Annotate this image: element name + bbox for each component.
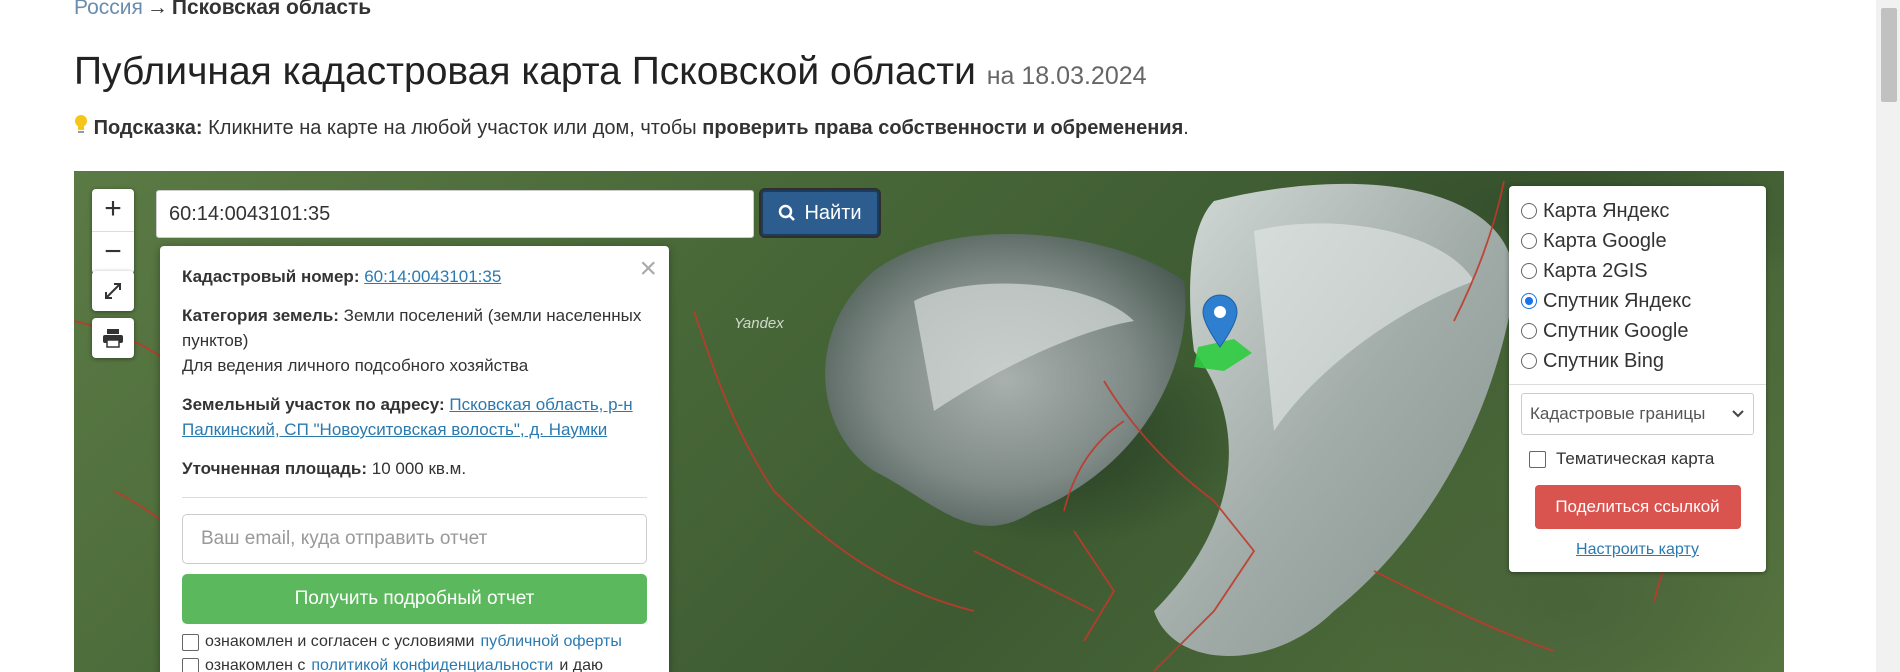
agree-privacy-checkbox[interactable] — [182, 657, 199, 672]
area-value: 10 000 кв.м. — [371, 459, 467, 478]
breadcrumb-current: Псковская область — [171, 0, 372, 19]
address-label: Земельный участок по адресу: — [182, 395, 445, 414]
search-button[interactable]: Найти — [759, 188, 881, 238]
thematic-map-row[interactable]: Тематическая карта — [1529, 449, 1754, 469]
overlay-select-value: Кадастровые границы — [1530, 404, 1706, 423]
hint-period: . — [1183, 117, 1189, 139]
map-marker-icon[interactable] — [1201, 294, 1239, 353]
layer-option-google-satellite[interactable]: Спутник Google — [1521, 316, 1754, 346]
public-offer-link[interactable]: публичной оферты — [480, 632, 621, 652]
layer-option-label: Карта Google — [1543, 229, 1667, 252]
layer-option-yandex-satellite[interactable]: Спутник Яндекс — [1521, 286, 1754, 316]
layer-option-label: Карта 2GIS — [1543, 259, 1648, 282]
hint-text: Кликните на карте на любой участок или д… — [208, 117, 697, 139]
agree-privacy-row: ознакомлен с политикой конфиденциальност… — [182, 656, 647, 672]
cadastral-number-row: Кадастровый номер: 60:14:0043101:35 — [182, 264, 647, 289]
layer-option-bing-satellite[interactable]: Спутник Bing — [1521, 346, 1754, 376]
search-button-label: Найти — [804, 201, 862, 224]
layer-radio[interactable] — [1521, 353, 1537, 369]
thematic-map-label: Тематическая карта — [1556, 449, 1715, 468]
popup-divider — [182, 497, 647, 498]
chevron-down-icon — [1732, 410, 1744, 418]
layer-radio[interactable] — [1521, 233, 1537, 249]
layer-option-label: Спутник Google — [1543, 319, 1689, 342]
layer-option-yandex-map[interactable]: Карта Яндекс — [1521, 196, 1754, 226]
configure-map-link[interactable]: Настроить карту — [1521, 541, 1754, 559]
page-title-text: Публичная кадастровая карта Псковской об… — [74, 50, 976, 93]
privacy-policy-link[interactable]: политикой конфиденциальности — [311, 656, 553, 672]
land-category-label: Категория земель: — [182, 306, 339, 325]
area-row: Уточненная площадь: 10 000 кв.м. — [182, 456, 647, 481]
layer-radio[interactable] — [1521, 293, 1537, 309]
agree-offer-text: ознакомлен и согласен с условиями — [205, 633, 475, 650]
agree-offer-checkbox[interactable] — [182, 633, 199, 651]
layer-radio[interactable] — [1521, 263, 1537, 279]
layers-divider — [1509, 384, 1766, 385]
get-report-button[interactable]: Получить подробный отчет — [182, 574, 647, 624]
share-link-button[interactable]: Поделиться ссылкой — [1534, 485, 1741, 529]
overlay-select[interactable]: Кадастровые границы — [1521, 393, 1754, 435]
address-row: Земельный участок по адресу: Псковская о… — [182, 392, 647, 442]
zoom-in-button[interactable]: + — [92, 189, 134, 232]
print-button[interactable] — [92, 318, 134, 358]
cadastral-search-input[interactable]: 60:14:0043101:35 — [156, 190, 754, 238]
layer-option-2gis-map[interactable]: Карта 2GIS — [1521, 256, 1754, 286]
land-usage: Для ведения личного подсобного хозяйства — [182, 356, 529, 375]
land-category-row: Категория земель: Земли поселений (земли… — [182, 303, 647, 378]
layer-option-label: Спутник Яндекс — [1543, 289, 1692, 312]
scrollbar-thumb[interactable] — [1881, 8, 1897, 102]
fullscreen-icon — [105, 283, 121, 299]
hint-label: Подсказка: — [93, 117, 203, 139]
agree-offer-row: ознакомлен и согласен с условиями публич… — [182, 632, 647, 652]
email-field[interactable]: Ваш email, куда отправить отчет — [182, 514, 647, 564]
layer-radio[interactable] — [1521, 323, 1537, 339]
layer-option-google-map[interactable]: Карта Google — [1521, 226, 1754, 256]
area-label: Уточненная площадь: — [182, 459, 367, 478]
cadastral-map[interactable]: Yandex + − 60:14:0043101:35 Найти × Када… — [74, 171, 1784, 672]
layer-radio[interactable] — [1521, 203, 1537, 219]
hint-bold-text: проверить права собственности и обремене… — [702, 117, 1184, 139]
layers-panel: Карта Яндекс Карта Google Карта 2GIS Спу… — [1509, 186, 1766, 572]
page-title-date: на 18.03.2024 — [986, 62, 1147, 90]
breadcrumb-separator: → — [146, 0, 168, 19]
layer-option-label: Карта Яндекс — [1543, 199, 1670, 222]
parcel-info-popup: × Кадастровый номер: 60:14:0043101:35 Ка… — [160, 246, 669, 672]
cadastral-number-link[interactable]: 60:14:0043101:35 — [364, 267, 501, 286]
lake-shape — [825, 233, 1186, 526]
page-title: Публичная кадастровая карта Псковской об… — [74, 50, 1147, 94]
zoom-control: + − — [92, 189, 134, 274]
search-icon — [779, 204, 796, 221]
close-icon[interactable]: × — [639, 254, 657, 284]
agree-privacy-text: ознакомлен с — [205, 657, 306, 672]
thematic-map-checkbox[interactable] — [1529, 450, 1546, 468]
hint: Подсказка: Кликните на карте на любой уч… — [74, 114, 1189, 140]
yandex-watermark: Yandex — [734, 315, 784, 332]
fullscreen-button[interactable] — [92, 271, 134, 311]
cadastral-number-label: Кадастровый номер: — [182, 267, 360, 286]
agree-privacy-after: и даю — [559, 657, 603, 672]
layer-option-label: Спутник Bing — [1543, 349, 1664, 372]
breadcrumb: Россия → Псковская область — [74, 0, 371, 20]
page-scrollbar[interactable] — [1876, 0, 1900, 672]
breadcrumb-link-russia[interactable]: Россия — [74, 0, 143, 19]
zoom-out-button[interactable]: − — [92, 232, 134, 274]
lightbulb-icon — [74, 115, 94, 139]
printer-icon — [103, 329, 123, 348]
